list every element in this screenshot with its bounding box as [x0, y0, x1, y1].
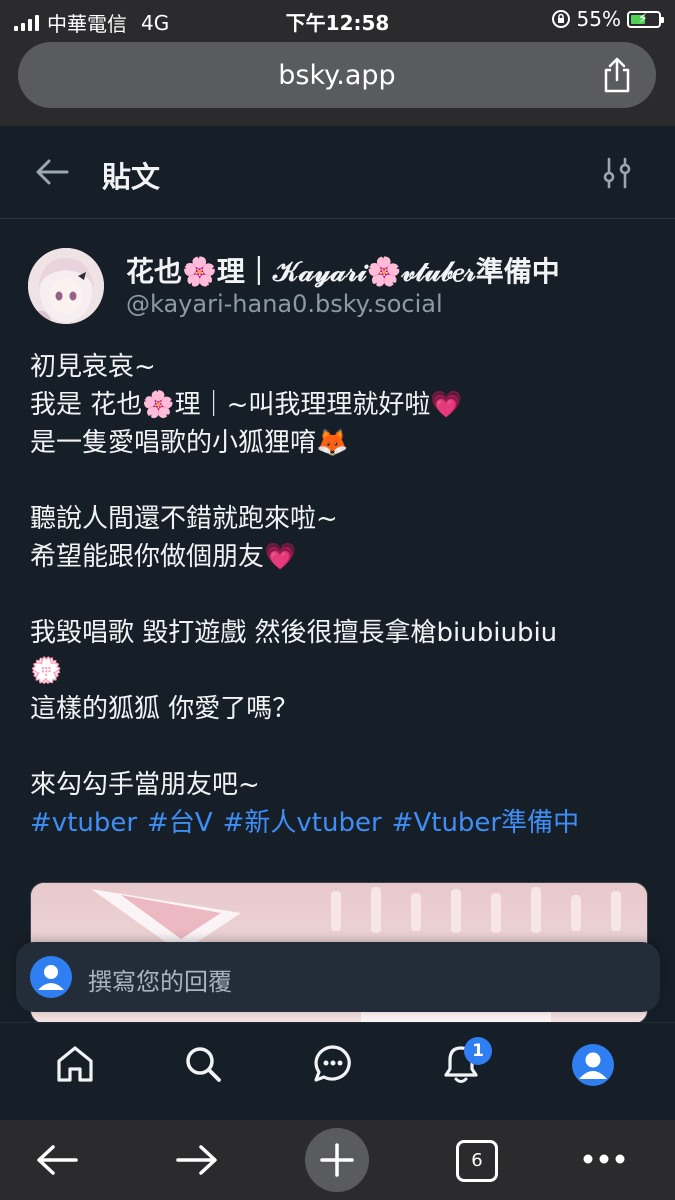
chat-icon[interactable]: [312, 1043, 354, 1085]
profile-icon[interactable]: [571, 1043, 615, 1087]
post-line: 是一隻愛唱歌的小狐狸唷🦊: [30, 428, 349, 458]
hashtag-row: #vtuber #台V #新人vtuber #Vtuber準備中: [30, 804, 650, 842]
page-title: 貼文: [102, 160, 161, 194]
home-icon[interactable]: [54, 1043, 96, 1085]
browser-address-area: bsky.app: [0, 38, 675, 126]
more-icon[interactable]: [582, 1152, 626, 1166]
url-text[interactable]: bsky.app: [18, 60, 656, 91]
hashtag-link[interactable]: #台V: [147, 808, 213, 838]
share-icon[interactable]: [600, 56, 634, 94]
author-display-name[interactable]: 花也🌸理｜𝒦𝒶𝓎𝒶𝓇𝒾🌸𝓋𝓉𝓊𝒷𝑒𝓇準備中: [126, 250, 560, 290]
hashtag-link[interactable]: #Vtuber準備中: [392, 808, 579, 838]
status-right: 55% ⚡: [551, 7, 664, 31]
browser-toolbar: 6: [0, 1120, 675, 1200]
battery-percent: 55%: [576, 7, 621, 31]
hashtag-link[interactable]: #新人vtuber: [223, 808, 382, 838]
reply-placeholder[interactable]: 撰寫您的回覆: [88, 962, 232, 997]
post-line: [30, 576, 650, 614]
post-line: [30, 462, 650, 500]
back-arrow-icon[interactable]: [34, 156, 70, 188]
sliders-icon[interactable]: [600, 156, 634, 190]
post-line: 希望能跟你做個朋友💗: [30, 542, 297, 572]
status-bar: 中華電信 4G 下午12:58 55% ⚡: [0, 0, 675, 38]
bottom-nav: 1: [0, 1022, 675, 1121]
plus-icon: [320, 1143, 354, 1177]
post-line: [30, 728, 650, 766]
post-line: 我是 花也🌸理｜~叫我理理就好啦💗: [30, 390, 463, 420]
notification-badge: 1: [464, 1037, 492, 1065]
user-avatar-icon: [30, 956, 72, 998]
hashtag-link[interactable]: #vtuber: [30, 808, 137, 838]
arrow-right-icon[interactable]: [174, 1142, 220, 1178]
post-line: 來勾勾手當朋友吧~: [30, 770, 260, 800]
author-avatar[interactable]: [28, 248, 104, 324]
post-line: 初見哀哀~: [30, 352, 156, 382]
post-line: 我毀唱歌 毀打遊戲 然後很擅長拿槍biubiubiu: [30, 618, 558, 648]
post-line: 這樣的狐狐 你愛了嗎？: [30, 694, 299, 724]
search-icon[interactable]: [182, 1043, 224, 1085]
orientation-lock-icon: [551, 10, 570, 28]
tabs-button[interactable]: 6: [456, 1140, 498, 1182]
post-line: 聽說人間還不錯就跑來啦~: [30, 504, 338, 534]
post-line: 💮: [30, 656, 63, 686]
arrow-left-icon[interactable]: [34, 1142, 80, 1178]
reply-composer[interactable]: 撰寫您的回覆: [16, 942, 660, 1012]
post-body: 初見哀哀~ 我是 花也🌸理｜~叫我理理就好啦💗 是一隻愛唱歌的小狐狸唷🦊 聽說人…: [30, 348, 650, 842]
address-bar[interactable]: bsky.app: [18, 42, 656, 108]
battery-icon: ⚡: [627, 10, 664, 28]
new-tab-button[interactable]: [305, 1128, 369, 1192]
page-header: 貼文: [0, 126, 675, 219]
author-handle[interactable]: @kayari-hana0.bsky.social: [126, 290, 443, 318]
